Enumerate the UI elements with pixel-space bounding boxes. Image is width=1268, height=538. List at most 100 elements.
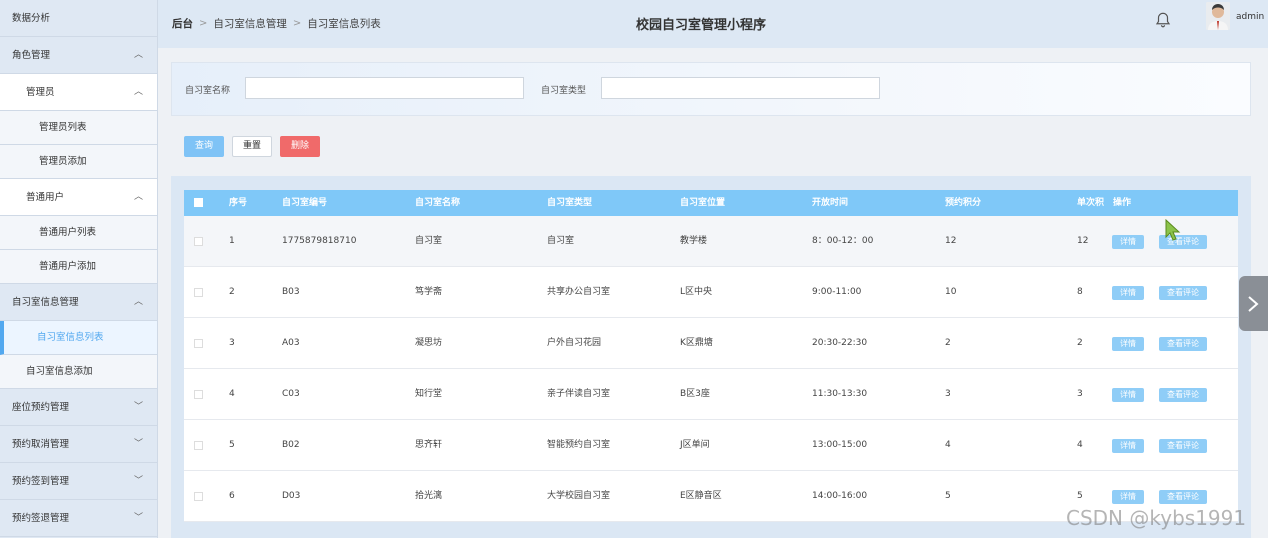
sidebar-item-role-management[interactable]: 角色管理 ︿: [0, 37, 157, 74]
row-checkbox[interactable]: [194, 492, 203, 501]
table-cell-single: 8: [1077, 287, 1083, 297]
chevron-down-icon: ﹀: [133, 476, 143, 486]
breadcrumb-item: 自习室信息列表: [307, 18, 381, 30]
row-checkbox[interactable]: [194, 237, 203, 246]
sidebar-item-booking-checkin[interactable]: 预约签到管理 ﹀: [0, 463, 157, 500]
sidebar-item-user[interactable]: 普通用户 ︿: [0, 179, 157, 216]
detail-button[interactable]: 详情: [1112, 439, 1144, 453]
row-actions: 详情 查看评论: [1104, 369, 1238, 419]
select-all-checkbox[interactable]: [194, 198, 203, 207]
breadcrumb-item[interactable]: 自习室信息管理: [213, 16, 287, 31]
sidebar-item-label: 自习室信息添加: [26, 366, 93, 377]
view-reviews-button[interactable]: 查看评论: [1159, 439, 1207, 453]
sidebar-item-seat-booking[interactable]: 座位预约管理 ﹀: [0, 389, 157, 426]
detail-button[interactable]: 详情: [1112, 490, 1144, 504]
breadcrumb-separator: >: [199, 18, 208, 29]
sidebar-item-label: 座位预约管理: [12, 402, 70, 413]
chevron-up-icon: ︿: [133, 192, 143, 202]
row-checkbox[interactable]: [194, 339, 203, 348]
studyroom-name-label: 自习室名称: [185, 86, 231, 96]
table-cell-time: 14:00-16:00: [812, 491, 868, 501]
page-title: 校园自习室管理小程序: [636, 18, 767, 33]
sidebar-item-studyroom-list[interactable]: 自习室信息列表: [0, 321, 157, 355]
studyroom-name-input[interactable]: [245, 77, 524, 99]
table-cell-code: A03: [282, 338, 300, 348]
detail-button[interactable]: 详情: [1112, 286, 1144, 300]
query-button[interactable]: 查询: [184, 136, 224, 157]
reset-button[interactable]: 重置: [232, 136, 272, 157]
avatar[interactable]: [1206, 2, 1230, 30]
view-reviews-button[interactable]: 查看评论: [1159, 388, 1207, 402]
row-checkbox[interactable]: [194, 441, 203, 450]
table-cell-points: 5: [945, 491, 951, 501]
table-cell-type: 共享办公自习室: [547, 287, 611, 297]
table-row: 5 B02 思齐轩 智能预约自习室 J区单间 13:00-15:00 4 4 详情 查看评论: [184, 420, 1238, 471]
table-cell-code: B03: [282, 287, 300, 297]
column-header: 自习室位置: [680, 198, 726, 208]
sidebar: 数据分析 角色管理 ︿ 管理员 ︿ 管理员列表 管理员添加 普通用户 ︿ 普通用户列表…: [0, 0, 158, 538]
table-cell-name: 拾光漓: [415, 491, 443, 501]
sidebar-item-admin-add[interactable]: 管理员添加: [0, 145, 157, 179]
view-reviews-button[interactable]: 查看评论: [1159, 337, 1207, 351]
table-cell-type: 大学校园自习室: [547, 491, 611, 501]
delete-button[interactable]: 删除: [280, 136, 320, 157]
sidebar-item-booking-checkout[interactable]: 预约签退管理 ﹀: [0, 500, 157, 537]
sidebar-item-user-add[interactable]: 普通用户添加: [0, 250, 157, 284]
sidebar-item-label: 普通用户列表: [39, 227, 97, 238]
sidebar-item-label: 数据分析: [12, 13, 51, 24]
table-cell-time: 11:30-13:30: [812, 389, 868, 399]
chevron-up-icon: ︿: [133, 87, 143, 97]
table-cell-points: 2: [945, 338, 951, 348]
row-checkbox[interactable]: [194, 390, 203, 399]
column-header: 自习室名称: [415, 198, 461, 208]
bell-icon[interactable]: [1154, 11, 1172, 29]
data-table: 序号 自习室编号 自习室名称 自习室类型 自习室位置 开放时间 预约积分 单次积…: [171, 176, 1251, 538]
table-cell-loc: K区鼎塘: [680, 338, 713, 348]
table-cell-time: 20:30-22:30: [812, 338, 868, 348]
sidebar-item-data-analysis[interactable]: 数据分析: [0, 0, 157, 37]
sidebar-item-label: 预约签退管理: [12, 513, 70, 524]
table-cell-single: 12: [1077, 236, 1089, 246]
detail-button[interactable]: 详情: [1112, 388, 1144, 402]
table-cell-time: 13:00-15:00: [812, 440, 868, 450]
top-header: 后台 > 自习室信息管理 > 自习室信息列表 校园自习室管理小程序 admin: [158, 0, 1268, 48]
column-header: 自习室编号: [282, 198, 328, 208]
chevron-down-icon: ﹀: [133, 439, 143, 449]
column-header: 序号: [229, 198, 248, 208]
studyroom-type-input[interactable]: [601, 77, 880, 99]
chevron-down-icon: ﹀: [133, 513, 143, 523]
next-page-button[interactable]: [1239, 276, 1268, 331]
mouse-cursor-icon: [1165, 219, 1181, 241]
table-cell-points: 10: [945, 287, 957, 297]
sidebar-item-studyroom-management[interactable]: 自习室信息管理 ︿: [0, 284, 157, 321]
detail-button[interactable]: 详情: [1112, 235, 1144, 249]
breadcrumb-home[interactable]: 后台: [172, 16, 193, 31]
chevron-down-icon: ﹀: [133, 402, 143, 412]
sidebar-item-admin-list[interactable]: 管理员列表: [0, 111, 157, 145]
detail-button[interactable]: 详情: [1112, 337, 1144, 351]
table-row: 2 B03 笃学斋 共享办公自习室 L区中央 9:00-11:00 10 8 详情 查看评论: [184, 267, 1238, 318]
table-cell-idx: 6: [229, 491, 235, 501]
breadcrumb-separator: >: [292, 18, 302, 29]
view-reviews-button[interactable]: 查看评论: [1159, 286, 1207, 300]
watermark: CSDN @kybs1991: [1066, 506, 1247, 530]
sidebar-item-label: 管理员: [26, 87, 55, 98]
table-cell-type: 户外自习花园: [547, 338, 602, 348]
view-reviews-button[interactable]: 查看评论: [1159, 490, 1207, 504]
column-header: 操作: [1113, 198, 1132, 208]
username[interactable]: admin: [1236, 12, 1264, 22]
table-row: 4 C03 知行堂 亲子伴读自习室 B区3座 11:30-13:30 3 3 详情 查看评论: [184, 369, 1238, 420]
sidebar-item-booking-cancel[interactable]: 预约取消管理 ﹀: [0, 426, 157, 463]
table-row: 1 1775879818710 自习室 自习室 教学楼 8：00-12：00 12 12 详情查…: [184, 216, 1238, 267]
table-cell-name: 知行堂: [415, 389, 443, 399]
row-checkbox[interactable]: [194, 288, 203, 297]
sidebar-item-label: 管理员添加: [39, 156, 87, 167]
table-cell-idx: 4: [229, 389, 235, 399]
sidebar-item-studyroom-add[interactable]: 自习室信息添加: [0, 355, 157, 389]
table-cell-idx: 3: [229, 338, 235, 348]
chevron-up-icon: ︿: [133, 297, 143, 307]
sidebar-item-user-list[interactable]: 普通用户列表: [0, 216, 157, 250]
table-cell-time: 8：00-12：00: [812, 236, 874, 246]
sidebar-item-admin[interactable]: 管理员 ︿: [0, 74, 157, 111]
table-cell-name: 思齐轩: [415, 440, 443, 450]
